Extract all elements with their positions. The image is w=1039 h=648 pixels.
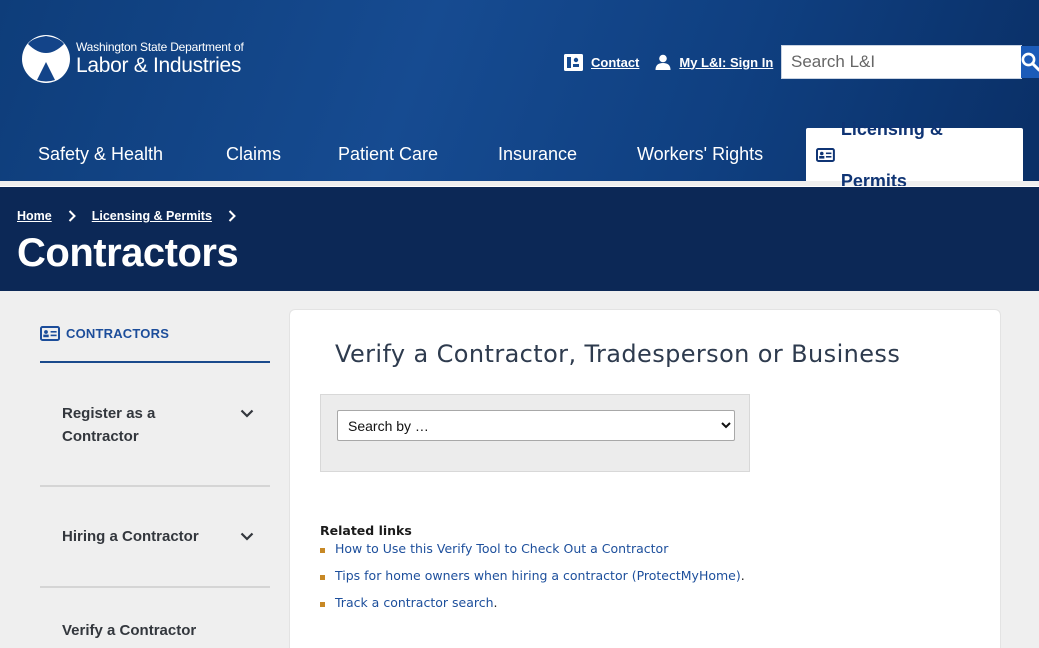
contact-card-icon: [564, 53, 583, 71]
contact-link[interactable]: Contact: [564, 53, 640, 71]
search-by-select[interactable]: Search by …: [337, 410, 735, 441]
signin-link[interactable]: My L&I: Sign In: [655, 54, 773, 70]
breadcrumb: Home Licensing & Permits: [17, 209, 252, 223]
sidebar-heading-label: CONTRACTORS: [66, 326, 170, 341]
section-sidebar: CONTRACTORS Register as a Contractor Hir…: [40, 310, 270, 648]
lni-logo-icon: [20, 34, 72, 84]
nav-safety-health[interactable]: Safety & Health: [38, 128, 163, 181]
bullet-icon: [320, 574, 325, 580]
breadcrumb-home[interactable]: Home: [17, 209, 52, 223]
related-link-protect-my-home[interactable]: Tips for home owners when hiring a contr…: [335, 568, 741, 583]
logo-agency-name: Labor & Industries: [76, 54, 242, 77]
chevron-right-icon: [68, 210, 76, 222]
sidebar-item-label: Hiring a Contractor: [62, 528, 199, 545]
chevron-down-icon[interactable]: [240, 532, 254, 541]
utility-links: Contact My L&I: Sign In: [564, 45, 773, 79]
logo-agency-line: Washington State Department of: [76, 40, 244, 54]
sidebar-item-hiring[interactable]: Hiring a Contractor: [40, 487, 270, 588]
related-link-item: Tips for home owners when hiring a contr…: [320, 568, 745, 583]
chevron-right-icon: [228, 210, 236, 222]
nav-patient-care[interactable]: Patient Care: [338, 128, 438, 181]
page-hero: Home Licensing & Permits Contractors: [0, 186, 1039, 291]
nav-insurance[interactable]: Insurance: [498, 128, 577, 181]
id-card-icon: [816, 147, 835, 162]
related-links-heading: Related links: [320, 523, 412, 538]
related-links: Related links How to Use this Verify Too…: [320, 523, 745, 622]
page-title: Contractors: [17, 231, 239, 275]
search-icon: [1021, 52, 1039, 72]
contact-label: Contact: [591, 54, 640, 70]
search-button[interactable]: [1021, 46, 1039, 78]
nav-licensing-permits[interactable]: Licensing & Permits: [806, 119, 1023, 191]
related-link-suffix: .: [493, 595, 498, 610]
search-input[interactable]: [782, 46, 1021, 78]
user-icon: [655, 54, 671, 70]
nav-workers-rights[interactable]: Workers' Rights: [637, 128, 763, 181]
search-panel: Search by …: [320, 394, 750, 472]
bullet-icon: [320, 547, 325, 553]
site-header: Washington State Department of Labor & I…: [0, 0, 1039, 191]
sidebar-item-label: Register as a Contractor: [62, 405, 156, 445]
sidebar-item-verify[interactable]: Verify a Contractor: [40, 588, 270, 648]
related-link-track-search[interactable]: Track a contractor search: [335, 595, 494, 610]
related-link-item: Track a contractor search .: [320, 595, 745, 610]
site-search: [781, 45, 1039, 79]
nav-claims[interactable]: Claims: [226, 128, 281, 181]
bullet-icon: [320, 601, 325, 607]
sidebar-item-register[interactable]: Register as a Contractor: [40, 363, 270, 487]
signin-label: My L&I: Sign In: [679, 54, 774, 70]
lni-logo[interactable]: Washington State Department of Labor & I…: [20, 34, 244, 84]
related-link-suffix: .: [740, 568, 745, 583]
related-link-verify-tool[interactable]: How to Use this Verify Tool to Check Out…: [335, 541, 668, 556]
chevron-down-icon[interactable]: [240, 409, 254, 418]
sidebar-item-label: Verify a Contractor: [62, 622, 197, 639]
main-nav: Safety & Health Claims Patient Care Insu…: [0, 119, 1039, 191]
verify-card: Verify a Contractor, Tradesperson or Bus…: [289, 309, 1001, 648]
id-card-icon: [40, 326, 60, 341]
verify-heading: Verify a Contractor, Tradesperson or Bus…: [335, 340, 901, 368]
breadcrumb-licensing[interactable]: Licensing & Permits: [92, 209, 212, 223]
sidebar-heading[interactable]: CONTRACTORS: [40, 310, 270, 363]
related-link-item: How to Use this Verify Tool to Check Out…: [320, 541, 745, 556]
